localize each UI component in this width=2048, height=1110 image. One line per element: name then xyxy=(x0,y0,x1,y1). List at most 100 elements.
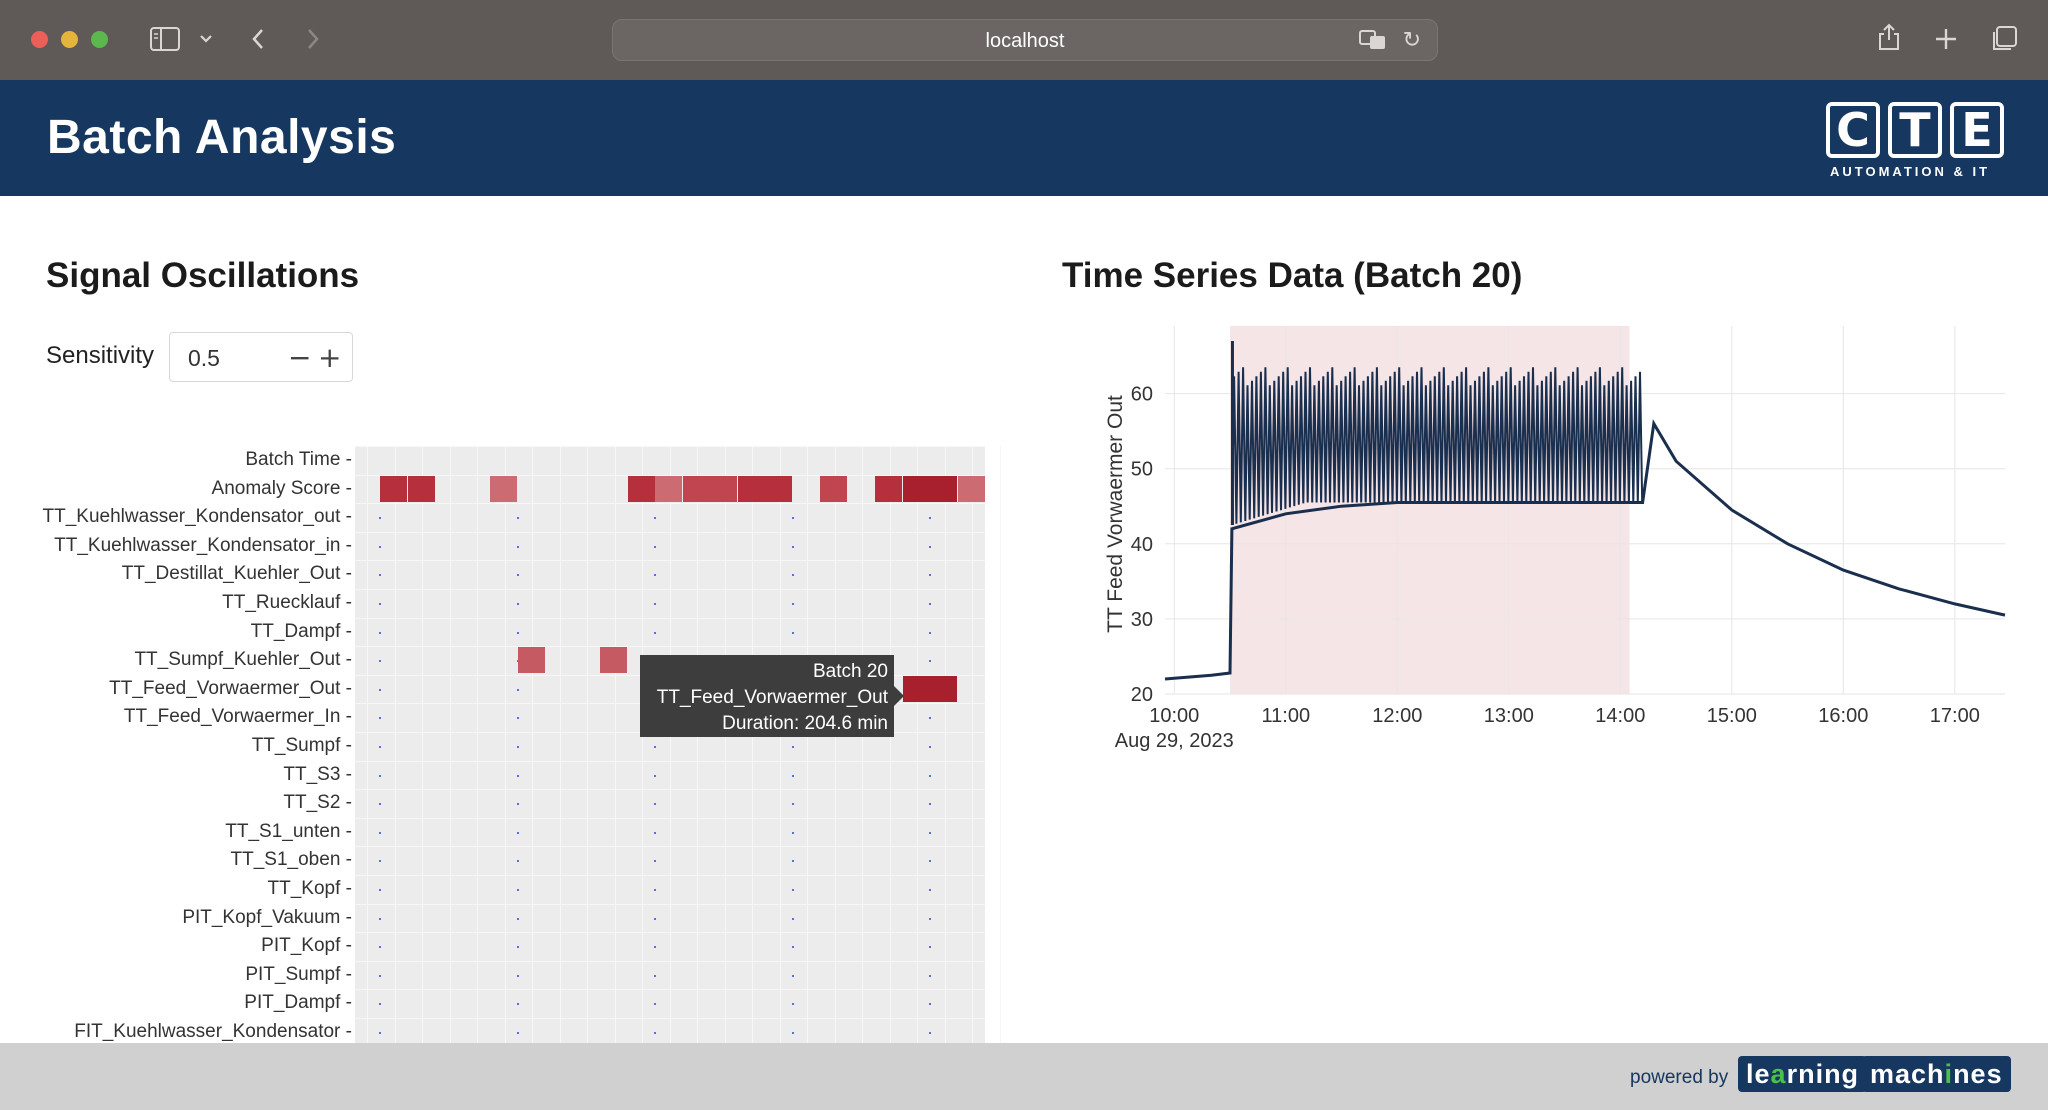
heatmap-marker-dot xyxy=(379,746,381,748)
sidebar-toggle-icon[interactable] xyxy=(150,27,180,51)
footer: powered by learning machines xyxy=(0,1043,2048,1110)
heatmap-cell[interactable] xyxy=(875,475,902,502)
heatmap-gridline xyxy=(355,846,985,848)
heatmap-row-label: TT_Kopf - xyxy=(267,878,352,899)
heatmap-row-label: TT_S1_unten - xyxy=(225,820,352,842)
heatmap-marker-dot xyxy=(929,803,931,806)
heatmap-marker-dot xyxy=(791,917,794,920)
heatmap-marker-dot xyxy=(929,517,931,520)
heatmap-cell[interactable] xyxy=(902,675,930,702)
share-icon[interactable] xyxy=(1876,22,1902,52)
heatmap-row-label: TT_Ruecklauf - xyxy=(222,592,352,613)
heatmap-cell[interactable] xyxy=(957,475,985,502)
back-icon[interactable] xyxy=(250,27,266,51)
heatmap-gridline xyxy=(355,789,985,791)
heatmap-cell[interactable] xyxy=(627,475,655,502)
logo-letter-t: T xyxy=(1888,102,1942,158)
heatmap-marker-dot xyxy=(379,917,381,920)
heatmap-gridline xyxy=(999,446,1001,1043)
heatmap-marker-dot xyxy=(654,517,656,520)
heatmap-cell[interactable] xyxy=(517,647,545,674)
heatmap-row-label: TT_Feed_Vorwaermer_In - xyxy=(123,706,352,728)
heatmap-marker-dot xyxy=(516,631,519,634)
close-window-button[interactable] xyxy=(31,31,48,48)
tab-overview-icon[interactable] xyxy=(1990,25,2018,53)
heatmap-marker-dot xyxy=(791,603,794,605)
heatmap-marker-dot xyxy=(379,860,381,863)
heatmap-marker-dot xyxy=(516,574,519,577)
heatmap-cell[interactable] xyxy=(765,475,792,502)
sensitivity-value[interactable]: 0.5 xyxy=(188,345,220,372)
heatmap-marker-dot xyxy=(929,774,931,777)
heatmap-marker-dot xyxy=(929,1032,931,1034)
heatmap-gridline xyxy=(532,446,533,1043)
y-tick-label: 50 xyxy=(1131,459,1153,481)
heatmap-marker-dot xyxy=(516,774,519,777)
heatmap-cell[interactable] xyxy=(930,475,957,502)
heatmap-gridline xyxy=(367,446,368,1043)
heatmap-marker-dot xyxy=(379,946,381,949)
heatmap-marker-dot xyxy=(516,717,519,720)
heatmap-marker-dot xyxy=(516,946,519,949)
timeseries-svg: 20 30 40 50 60 10:00 11:00 12:00 13:00 14:00 15:00… xyxy=(1115,326,2006,752)
y-tick-label: 40 xyxy=(1131,534,1153,556)
x-tick-label: 12:00 xyxy=(1372,705,1422,727)
heatmap-gridline xyxy=(807,446,808,1043)
heatmap-marker-dot xyxy=(791,803,794,806)
logo-subtitle: AUTOMATION & IT xyxy=(1830,164,1991,179)
heatmap-marker-dot xyxy=(654,946,656,949)
heatmap-cell[interactable] xyxy=(682,475,710,502)
heatmap-marker-dot xyxy=(929,631,931,634)
heatmap-cell[interactable] xyxy=(737,475,765,502)
heatmap-cell[interactable] xyxy=(600,647,627,674)
heatmap-cell[interactable] xyxy=(820,475,847,502)
heatmap-gridline xyxy=(355,617,985,619)
heatmap-marker-dot xyxy=(791,517,794,520)
oscillations-title: Signal Oscillations xyxy=(46,256,360,295)
heatmap-marker-dot xyxy=(929,974,931,977)
heatmap-cell[interactable] xyxy=(380,475,407,502)
address-bar[interactable]: localhost ↻ xyxy=(612,19,1438,61)
heatmap-cell[interactable] xyxy=(902,475,930,502)
new-tab-icon[interactable] xyxy=(1934,27,1958,51)
heatmap-marker-dot xyxy=(654,803,656,806)
x-tick-label: 10:00 xyxy=(1149,705,1199,727)
sensitivity-stepper[interactable]: 0.5 − + xyxy=(169,332,353,382)
heatmap-row-label: TT_Kuehlwasser_Kondensator_out - xyxy=(42,506,352,528)
page-title: Batch Analysis xyxy=(47,111,397,164)
timeseries-chart: TT Feed Vorwaermer Out 20 30 40 50 60 10:00 11… xyxy=(1060,326,2020,766)
heatmap-cell[interactable] xyxy=(407,475,435,502)
app-header: Batch Analysis C T E AUTOMATION & IT xyxy=(0,80,2048,196)
heatmap-marker-dot xyxy=(379,974,381,977)
heatmap-tooltip: Batch 20 TT_Feed_Vorwaermer_Out Duration… xyxy=(640,655,904,737)
heatmap-cell[interactable] xyxy=(655,475,682,502)
zoom-window-button[interactable] xyxy=(91,31,108,48)
heatmap-marker-dot xyxy=(516,803,519,806)
decrement-button[interactable]: − xyxy=(288,341,311,374)
company-logo: C T E AUTOMATION & IT xyxy=(1826,102,2006,182)
oscillation-heatmap: Batch Time - Anomaly Score - TT_Kuehlwasse… xyxy=(0,446,1001,1043)
translate-icon[interactable] xyxy=(1359,29,1387,51)
reload-icon[interactable]: ↻ xyxy=(1403,28,1421,53)
heatmap-marker-dot xyxy=(379,574,381,577)
forward-icon[interactable] xyxy=(305,27,321,51)
heatmap-gridline xyxy=(355,589,985,590)
heatmap-marker-dot xyxy=(654,1003,656,1006)
heatmap-cell[interactable] xyxy=(930,675,957,702)
minimize-window-button[interactable] xyxy=(61,31,78,48)
heatmap-marker-dot xyxy=(929,860,931,863)
chevron-down-icon[interactable] xyxy=(199,34,213,44)
heatmap-marker-dot xyxy=(516,889,519,891)
heatmap-gridline xyxy=(889,446,891,1043)
heatmap-cell[interactable] xyxy=(490,475,517,502)
heatmap-gridline xyxy=(642,446,643,1043)
heatmap-marker-dot xyxy=(379,660,381,663)
heatmap-gridline xyxy=(355,446,985,447)
heatmap-marker-dot xyxy=(929,574,931,577)
heatmap-gridline xyxy=(724,446,726,1043)
heatmap-marker-dot xyxy=(654,917,656,920)
heatmap-marker-dot xyxy=(654,603,656,605)
heatmap-cell[interactable] xyxy=(710,475,737,502)
heatmap-row-label: TT_S2 - xyxy=(283,792,352,814)
increment-button[interactable]: + xyxy=(318,341,341,374)
